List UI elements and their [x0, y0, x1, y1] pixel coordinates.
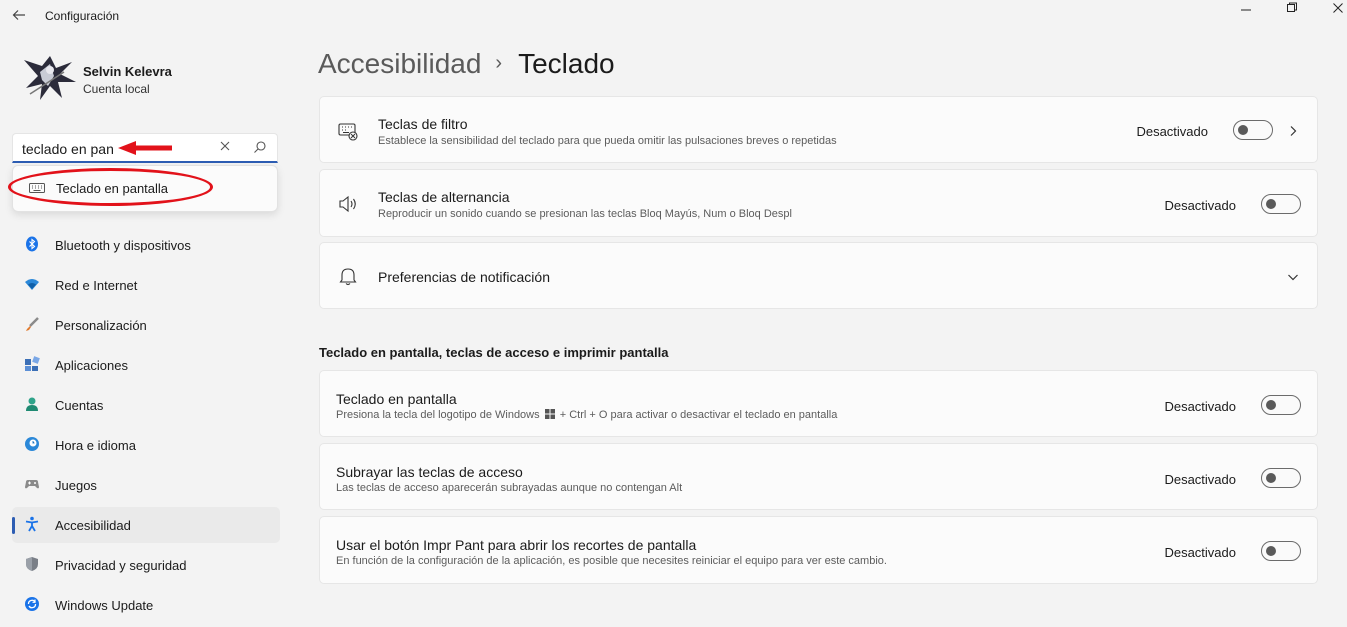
- gamepad-icon: [24, 476, 40, 492]
- card-onscreen-keyboard: Teclado en pantalla Presiona la tecla de…: [319, 370, 1318, 437]
- page-title: Teclado: [518, 48, 615, 79]
- speaker-icon: [338, 194, 358, 214]
- accessibility-icon: [24, 516, 40, 532]
- card-notification-preferences[interactable]: Preferencias de notificación: [319, 242, 1318, 309]
- sidebar-item-windows-update[interactable]: Windows Update: [12, 587, 280, 623]
- card-underline-access-keys: Subrayar las teclas de acceso Las teclas…: [319, 443, 1318, 510]
- shield-icon: [24, 556, 40, 572]
- toggle-knob: [1266, 473, 1276, 483]
- user-profile[interactable]: Selvin Kelevra Cuenta local: [20, 52, 280, 112]
- search-suggestions: Teclado en pantalla: [12, 165, 278, 212]
- description-text: Presiona la tecla del logotipo de Window…: [336, 409, 540, 421]
- sidebar-item-apps[interactable]: Aplicaciones: [12, 347, 280, 383]
- sidebar-item-label: Privacidad y seguridad: [55, 558, 187, 573]
- close-icon[interactable]: [1315, 0, 1347, 16]
- sidebar-item-gaming[interactable]: Juegos: [12, 467, 280, 503]
- sidebar-item-label: Bluetooth y dispositivos: [55, 238, 191, 253]
- sidebar-item-label: Aplicaciones: [55, 358, 128, 373]
- sidebar-item-label: Cuentas: [55, 398, 104, 413]
- globe-clock-icon: [24, 436, 40, 452]
- maximize-icon[interactable]: [1269, 0, 1315, 16]
- card-print-screen: Usar el botón Impr Pant para abrir los r…: [319, 516, 1318, 584]
- sidebar-item-time-language[interactable]: Hora e idioma: [12, 427, 280, 463]
- chevron-right-icon[interactable]: [1287, 124, 1299, 136]
- apps-icon: [24, 356, 40, 372]
- search-result-item[interactable]: Teclado en pantalla: [13, 174, 277, 202]
- toggle-state-label: Desactivado: [1164, 399, 1236, 414]
- minimize-icon[interactable]: [1223, 0, 1269, 16]
- search-icon[interactable]: [253, 140, 267, 154]
- sidebar-item-accessibility[interactable]: Accesibilidad: [12, 507, 280, 543]
- toggle-state-label: Desactivado: [1136, 124, 1208, 139]
- window-title: Configuración: [45, 9, 120, 23]
- toggle-state-label: Desactivado: [1164, 545, 1236, 560]
- description-text: + Ctrl + O para activar o desactivar el …: [559, 409, 838, 421]
- sidebar-item-label: Red e Internet: [55, 278, 138, 293]
- sidebar-item-bluetooth[interactable]: Bluetooth y dispositivos: [12, 227, 280, 263]
- card-title: Teclado en pantalla: [336, 391, 457, 407]
- bell-icon: [338, 266, 358, 286]
- avatar: [20, 52, 78, 102]
- toggle-state-label: Desactivado: [1164, 472, 1236, 487]
- sidebar-item-accounts[interactable]: Cuentas: [12, 387, 280, 423]
- sidebar-item-network[interactable]: Red e Internet: [12, 267, 280, 303]
- toggle-keys-toggle[interactable]: [1261, 194, 1301, 214]
- toggle-knob: [1238, 125, 1248, 135]
- user-name: Selvin Kelevra: [83, 64, 172, 79]
- toggle-knob: [1266, 199, 1276, 209]
- sidebar-nav: Bluetooth y dispositivos Red e Internet …: [12, 227, 280, 627]
- toggle-knob: [1266, 400, 1276, 410]
- search-input[interactable]: teclado en pan: [22, 141, 114, 157]
- card-description: En función de la configuración de la apl…: [336, 555, 887, 567]
- arrow-left-icon[interactable]: [10, 6, 28, 24]
- title-bar: Configuración: [0, 0, 1347, 32]
- account-type: Cuenta local: [83, 82, 150, 96]
- update-icon: [24, 596, 40, 612]
- sidebar-item-label: Accesibilidad: [55, 518, 131, 533]
- breadcrumb: Accesibilidad › Teclado: [318, 48, 615, 80]
- windows-logo-icon: [544, 409, 555, 419]
- filter-keys-icon: [338, 121, 358, 141]
- onscreen-keyboard-toggle[interactable]: [1261, 395, 1301, 415]
- card-toggle-keys: Teclas de alternancia Reproducir un soni…: [319, 169, 1318, 237]
- sidebar-item-label: Juegos: [55, 478, 97, 493]
- card-title: Usar el botón Impr Pant para abrir los r…: [336, 537, 697, 553]
- card-description: Establece la sensibilidad del teclado pa…: [378, 135, 837, 147]
- close-icon[interactable]: [218, 140, 232, 154]
- section-heading: Teclado en pantalla, teclas de acceso e …: [319, 345, 669, 360]
- bluetooth-icon: [24, 236, 40, 252]
- card-filter-keys[interactable]: Teclas de filtro Establece la sensibilid…: [319, 96, 1318, 163]
- sidebar-item-privacy[interactable]: Privacidad y seguridad: [12, 547, 280, 583]
- breadcrumb-separator: ›: [495, 52, 503, 74]
- sidebar-item-personalization[interactable]: Personalización: [12, 307, 280, 343]
- underline-access-keys-toggle[interactable]: [1261, 468, 1301, 488]
- sidebar-item-label: Personalización: [55, 318, 147, 333]
- card-description: Reproducir un sonido cuando se presionan…: [378, 208, 792, 220]
- person-icon: [24, 396, 40, 412]
- keyboard-icon: [29, 181, 45, 193]
- search-result-label: Teclado en pantalla: [56, 181, 169, 196]
- card-title: Teclas de filtro: [378, 116, 468, 132]
- filter-keys-toggle[interactable]: [1233, 120, 1273, 140]
- wifi-icon: [24, 276, 40, 292]
- card-description: Las teclas de acceso aparecerán subrayad…: [336, 482, 683, 494]
- card-title: Preferencias de notificación: [378, 269, 550, 285]
- card-description: Presiona la tecla del logotipo de Window…: [336, 409, 837, 421]
- breadcrumb-parent[interactable]: Accesibilidad: [318, 48, 481, 79]
- toggle-knob: [1266, 546, 1276, 556]
- card-title: Subrayar las teclas de acceso: [336, 464, 523, 480]
- brush-icon: [24, 316, 40, 332]
- search-box[interactable]: teclado en pan: [12, 133, 278, 163]
- print-screen-toggle[interactable]: [1261, 541, 1301, 561]
- card-title: Teclas de alternancia: [378, 189, 510, 205]
- chevron-down-icon[interactable]: [1287, 270, 1299, 282]
- toggle-state-label: Desactivado: [1164, 198, 1236, 213]
- sidebar-item-label: Windows Update: [55, 598, 154, 613]
- sidebar-item-label: Hora e idioma: [55, 438, 136, 453]
